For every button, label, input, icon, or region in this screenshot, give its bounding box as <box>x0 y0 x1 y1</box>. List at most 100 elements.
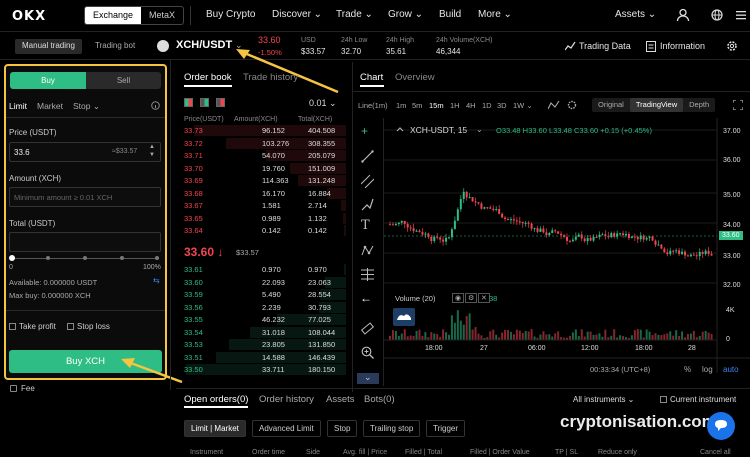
limit-tab[interactable]: Limit <box>9 101 27 111</box>
buy-tab[interactable]: Buy <box>10 72 86 89</box>
transfer-icon[interactable]: ⇆ <box>153 276 160 285</box>
nav-grow[interactable]: Grow ⌄ <box>388 9 423 20</box>
chevron-down-icon[interactable]: ⌄ <box>476 125 483 134</box>
interval-1w[interactable]: 1W ⌄ <box>513 101 533 110</box>
slider-tick[interactable] <box>120 256 124 260</box>
interval-1d[interactable]: 1D <box>482 101 492 110</box>
filter-stop[interactable]: Stop <box>327 420 358 437</box>
nav-trade[interactable]: Trade ⌄ <box>336 9 373 20</box>
menu-icon[interactable] <box>735 9 747 21</box>
trading-data-link[interactable]: Trading Data <box>579 41 631 51</box>
book-asks-icon[interactable] <box>216 98 225 107</box>
interval-line[interactable]: Line(1m) <box>358 101 388 110</box>
candle-body <box>501 213 504 218</box>
nav-build[interactable]: Build <box>439 9 461 20</box>
text-tool-icon[interactable]: T <box>361 218 370 233</box>
nav-buy-crypto[interactable]: Buy Crypto <box>206 9 255 20</box>
ruler-icon[interactable] <box>361 322 374 335</box>
trend-line-icon[interactable] <box>361 150 374 163</box>
candle-body <box>477 202 480 204</box>
order-book-tab[interactable]: Order book <box>184 72 232 83</box>
toolbar-collapse-button[interactable]: ⌄ <box>357 372 379 384</box>
filter-advanced-limit[interactable]: Advanced Limit <box>252 420 321 437</box>
globe-icon[interactable] <box>711 9 723 21</box>
stop-loss-checkbox[interactable] <box>67 323 74 330</box>
price-stepper[interactable]: ▲ ▼ <box>149 143 155 159</box>
crosshair-icon[interactable]: + <box>361 124 368 138</box>
tab-order-history[interactable]: Order history <box>259 394 314 405</box>
filter-limit-market[interactable]: Limit | Market <box>184 420 246 437</box>
metax-tab[interactable]: MetaX <box>141 7 183 24</box>
candle-body <box>436 236 439 238</box>
parallel-lines-icon[interactable] <box>361 175 374 188</box>
candle-body <box>610 233 613 238</box>
slider-handle[interactable] <box>9 255 15 261</box>
settings-small-icon[interactable]: ⚙ <box>465 293 478 303</box>
take-profit-checkbox[interactable] <box>9 323 16 330</box>
percent-toggle[interactable]: % <box>684 365 691 374</box>
tab-bots[interactable]: Bots(0) <box>364 394 395 405</box>
chart-settings-icon[interactable] <box>567 100 577 110</box>
fee-link[interactable]: Fee <box>21 384 35 393</box>
eye-icon[interactable]: ◉ <box>452 293 465 303</box>
candle-body <box>512 219 515 221</box>
total-input[interactable] <box>9 232 161 252</box>
price-input[interactable] <box>9 142 161 162</box>
instrument-filter[interactable]: All instruments ⌄ <box>573 395 634 404</box>
information-link[interactable]: Information <box>660 41 705 51</box>
log-toggle[interactable]: log <box>702 365 713 374</box>
info-icon[interactable] <box>151 101 160 110</box>
nav-discover[interactable]: Discover ⌄ <box>272 9 322 20</box>
mode-depth[interactable]: Depth <box>683 98 715 112</box>
interval-1h[interactable]: 1H <box>450 101 460 110</box>
overview-tab[interactable]: Overview <box>395 72 435 83</box>
nav-assets[interactable]: Assets ⌄ <box>615 9 656 20</box>
auto-toggle[interactable]: auto <box>723 365 739 374</box>
slider-tick[interactable] <box>83 256 87 260</box>
brush-icon[interactable] <box>361 198 374 211</box>
interval-5m[interactable]: 5m <box>412 101 422 110</box>
current-instrument-checkbox[interactable] <box>660 396 667 403</box>
fib-icon[interactable] <box>361 268 374 281</box>
chat-support-button[interactable] <box>707 412 735 440</box>
high-value: 35.61 <box>386 47 407 56</box>
tick-size-selector[interactable]: 0.01 ⌄ <box>309 98 337 109</box>
slider-tick[interactable] <box>46 256 50 260</box>
trade-history-tab[interactable]: Trade history <box>243 72 298 83</box>
chart-tab[interactable]: Chart <box>360 72 383 83</box>
filter-trigger[interactable]: Trigger <box>426 420 466 437</box>
fullscreen-icon[interactable] <box>733 100 743 110</box>
pair-selector[interactable]: XCH/USDT <box>176 39 232 51</box>
candle-body <box>450 229 453 238</box>
book-bids-icon[interactable] <box>200 98 209 107</box>
pattern-icon[interactable] <box>361 244 374 257</box>
interval-4h[interactable]: 4H <box>466 101 476 110</box>
tab-open-orders[interactable]: Open orders(0) <box>184 394 248 405</box>
manual-trading-tab[interactable]: Manual trading <box>15 39 82 54</box>
okx-logo[interactable]: OKX <box>12 9 46 24</box>
trading-bot-tab[interactable]: Trading bot <box>88 39 142 54</box>
nav-more[interactable]: More ⌄ <box>478 9 512 20</box>
collapse-legend-icon[interactable] <box>396 126 404 134</box>
gear-icon[interactable] <box>726 40 738 52</box>
interval-15m[interactable]: 15m <box>429 101 444 110</box>
interval-1m[interactable]: 1m <box>396 101 406 110</box>
zoom-in-icon[interactable] <box>361 346 374 359</box>
y-axis-label: 37.00 <box>723 128 741 135</box>
book-both-icon[interactable] <box>184 98 193 107</box>
available-balance: Available: 0.000000 USDT <box>9 278 98 287</box>
interval-3d[interactable]: 3D <box>497 101 507 110</box>
exchange-tab[interactable]: Exchange <box>85 7 142 24</box>
slider-tick[interactable] <box>155 256 159 260</box>
user-icon[interactable] <box>676 8 690 22</box>
tab-assets[interactable]: Assets <box>326 394 355 405</box>
ask-amount: 1.581 <box>262 201 281 210</box>
market-tab[interactable]: Market <box>37 101 63 111</box>
mode-tradingview[interactable]: TradingView <box>629 98 684 112</box>
stop-tab[interactable]: Stop ⌄ <box>73 101 100 112</box>
filter-trailing-stop[interactable]: Trailing stop <box>363 420 421 437</box>
back-arrow-icon[interactable]: ← <box>360 291 372 305</box>
sell-tab[interactable]: Sell <box>86 72 161 89</box>
mode-original[interactable]: Original <box>592 98 630 112</box>
indicator-icon[interactable] <box>548 101 560 110</box>
